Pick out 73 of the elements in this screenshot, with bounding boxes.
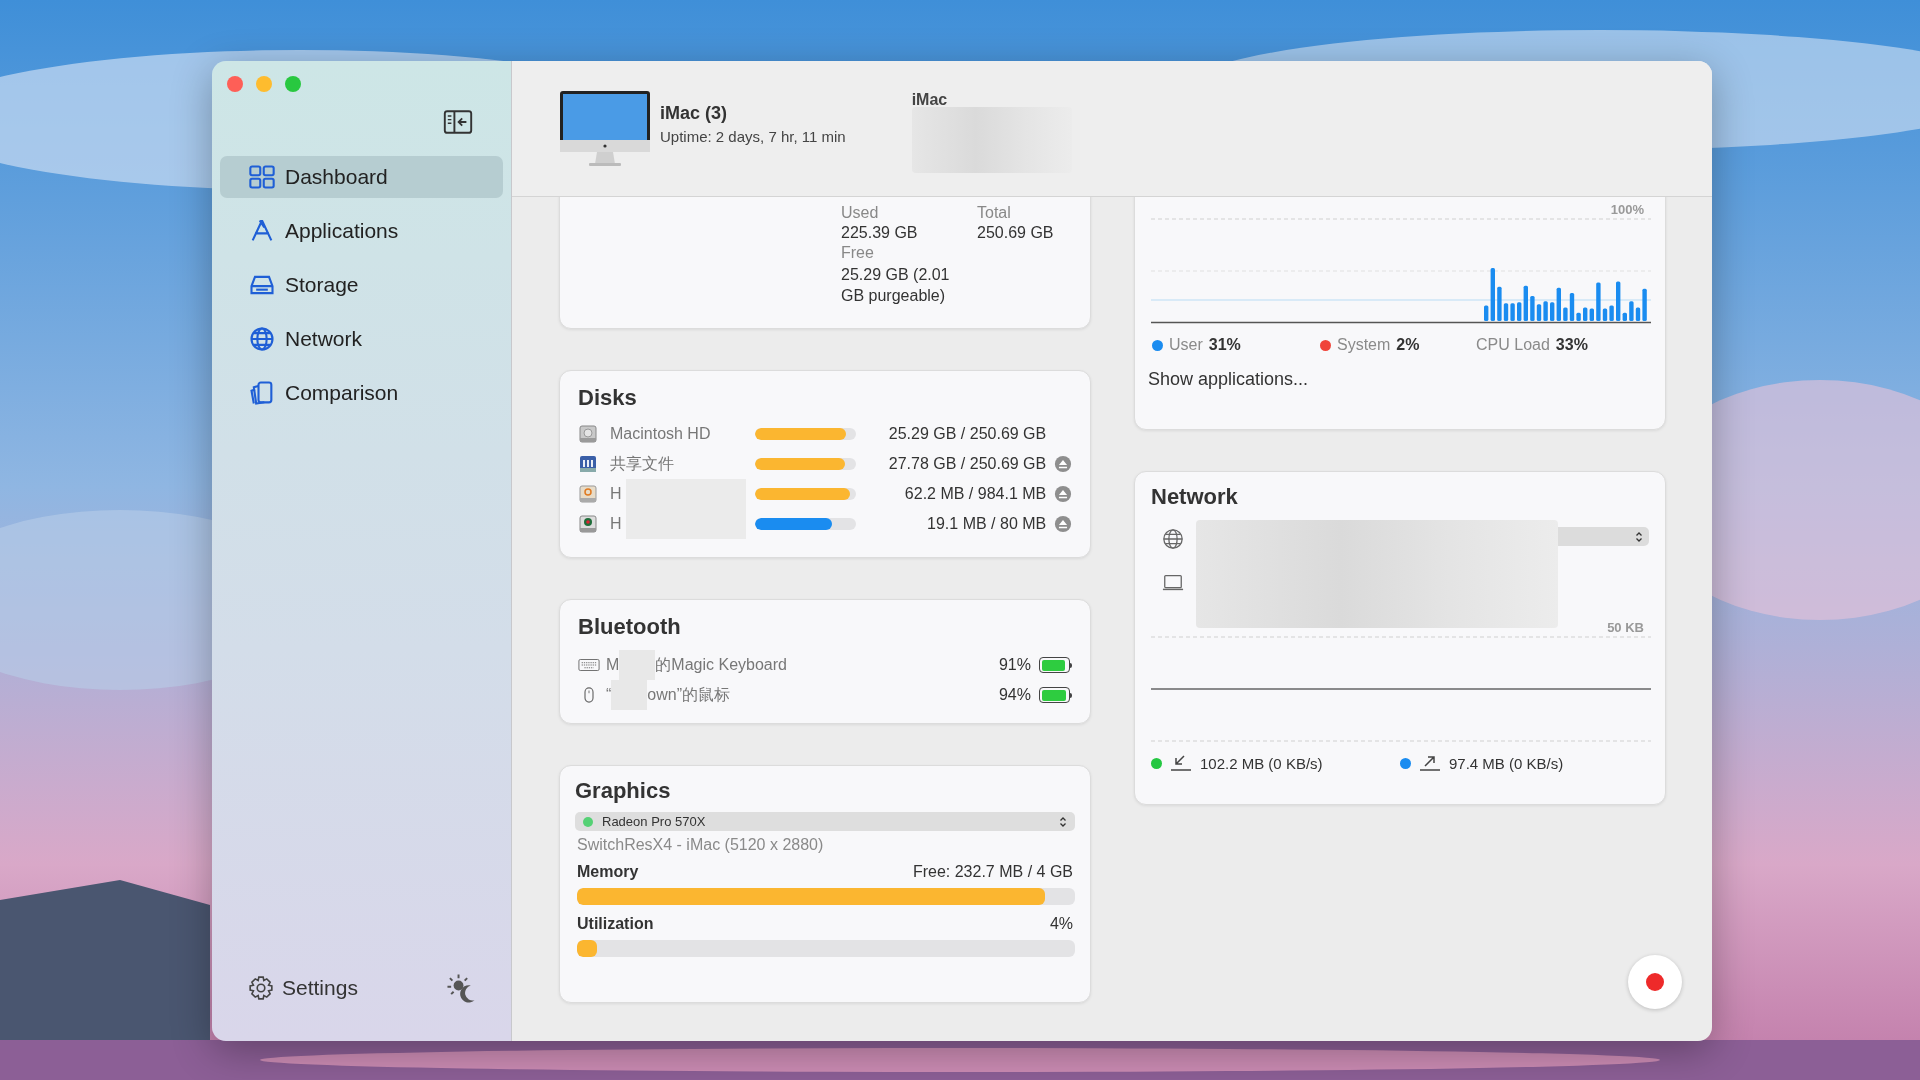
keyboard-icon — [578, 658, 600, 672]
free-label: Free — [841, 244, 875, 262]
device-name: iMac (3) — [660, 102, 729, 124]
used-value: 225.39 GB — [841, 224, 919, 242]
disk-usage: 27.78 GB / 250.69 GB — [887, 455, 1047, 473]
grid-icon — [248, 163, 276, 191]
disk-name: 共享文件 — [610, 453, 674, 474]
sidebar-item[interactable]: Storage — [220, 264, 503, 306]
disk-usage: 19.1 MB / 80 MB — [926, 515, 1047, 533]
eject-icon[interactable] — [1054, 515, 1072, 533]
battery-percent: 94% — [998, 686, 1031, 704]
host-name: iMac — [911, 92, 949, 103]
record-button[interactable] — [1628, 955, 1682, 1009]
sidebar-item[interactable]: Dashboard — [220, 156, 503, 198]
disk-usage: 25.29 GB / 250.69 GB — [887, 425, 1047, 443]
gpu-select[interactable]: Radeon Pro 570X — [575, 812, 1075, 831]
eject-icon[interactable] — [1054, 455, 1072, 473]
sidebar-toggle-icon[interactable] — [443, 110, 473, 134]
disk-name: H — [610, 485, 622, 503]
axis-label: 100% — [1609, 202, 1644, 217]
battery-percent: 91% — [998, 656, 1031, 674]
show-applications-link[interactable]: Show applications... — [1148, 369, 1649, 390]
legend-value: 33% — [1555, 336, 1588, 354]
card-title: Bluetooth — [578, 614, 682, 640]
eject-icon[interactable] — [1054, 485, 1072, 503]
display-info: SwitchResX4 - iMac (5120 x 2880) — [577, 836, 825, 854]
settings-icon — [248, 975, 274, 1001]
sidebar-item[interactable]: Comparison — [220, 372, 503, 414]
download-arrow-icon — [1170, 754, 1192, 772]
utilization-label: Utilization — [577, 915, 654, 933]
traffic-value: 102.2 MB (0 KB/s) — [1200, 754, 1323, 772]
disk-usage: 62.2 MB / 984.1 MB — [903, 485, 1047, 503]
legend-label: User — [1169, 336, 1203, 354]
free-value: 25.29 GB (2.01 GB purgeable) — [841, 265, 951, 306]
total-value: 250.69 GB — [977, 224, 1055, 242]
card-title: Disks — [578, 385, 638, 411]
axis-label: 50 KB — [1606, 620, 1644, 635]
traffic-value: 97.4 MB (0 KB/s) — [1449, 754, 1564, 772]
memory-label: Memory — [577, 863, 639, 881]
utilization-value: 4% — [1049, 915, 1073, 933]
disk-name: H — [610, 515, 622, 533]
legend-label: System — [1337, 336, 1391, 354]
sidebar-item[interactable]: Applications — [220, 210, 503, 252]
chevron-icon — [1635, 530, 1643, 543]
disk-name: Macintosh HD — [610, 425, 711, 443]
legend-value: 2% — [1396, 336, 1420, 354]
globe-icon — [1162, 528, 1185, 550]
card-title: Network — [1151, 484, 1239, 510]
device-name-start: M — [606, 656, 620, 674]
sun-moon-icon[interactable] — [445, 973, 477, 1003]
uptime-text: Uptime: 2 days, 7 hr, 11 min — [660, 127, 846, 145]
upload-arrow-icon — [1419, 754, 1441, 772]
computer-icon — [559, 89, 651, 168]
device-name-start: “ — [606, 686, 612, 704]
shared-folder-icon — [578, 454, 598, 474]
close-button[interactable] — [227, 76, 243, 92]
hard-drive-icon — [578, 424, 598, 444]
zoom-button[interactable] — [285, 76, 301, 92]
chevron-icon — [1059, 815, 1067, 828]
used-label: Used — [841, 204, 880, 222]
legend-label: CPU Load — [1476, 336, 1550, 354]
total-label: Total — [977, 204, 1012, 222]
card-title: Graphics — [575, 778, 672, 804]
legend-value: 31% — [1208, 336, 1241, 354]
disk-image-icon — [578, 484, 598, 504]
sidebar-item[interactable]: Network — [220, 318, 503, 360]
battery-icon — [1039, 657, 1070, 673]
device-name-end: 的Magic Keyboard — [655, 654, 787, 675]
battery-icon — [1039, 687, 1070, 703]
globe-icon — [248, 325, 276, 353]
device-name-end: own”的鼠标 — [647, 684, 730, 705]
memory-value: Free: 232.7 MB / 4 GB — [912, 863, 1073, 881]
settings-button[interactable]: Settings — [248, 975, 358, 1001]
